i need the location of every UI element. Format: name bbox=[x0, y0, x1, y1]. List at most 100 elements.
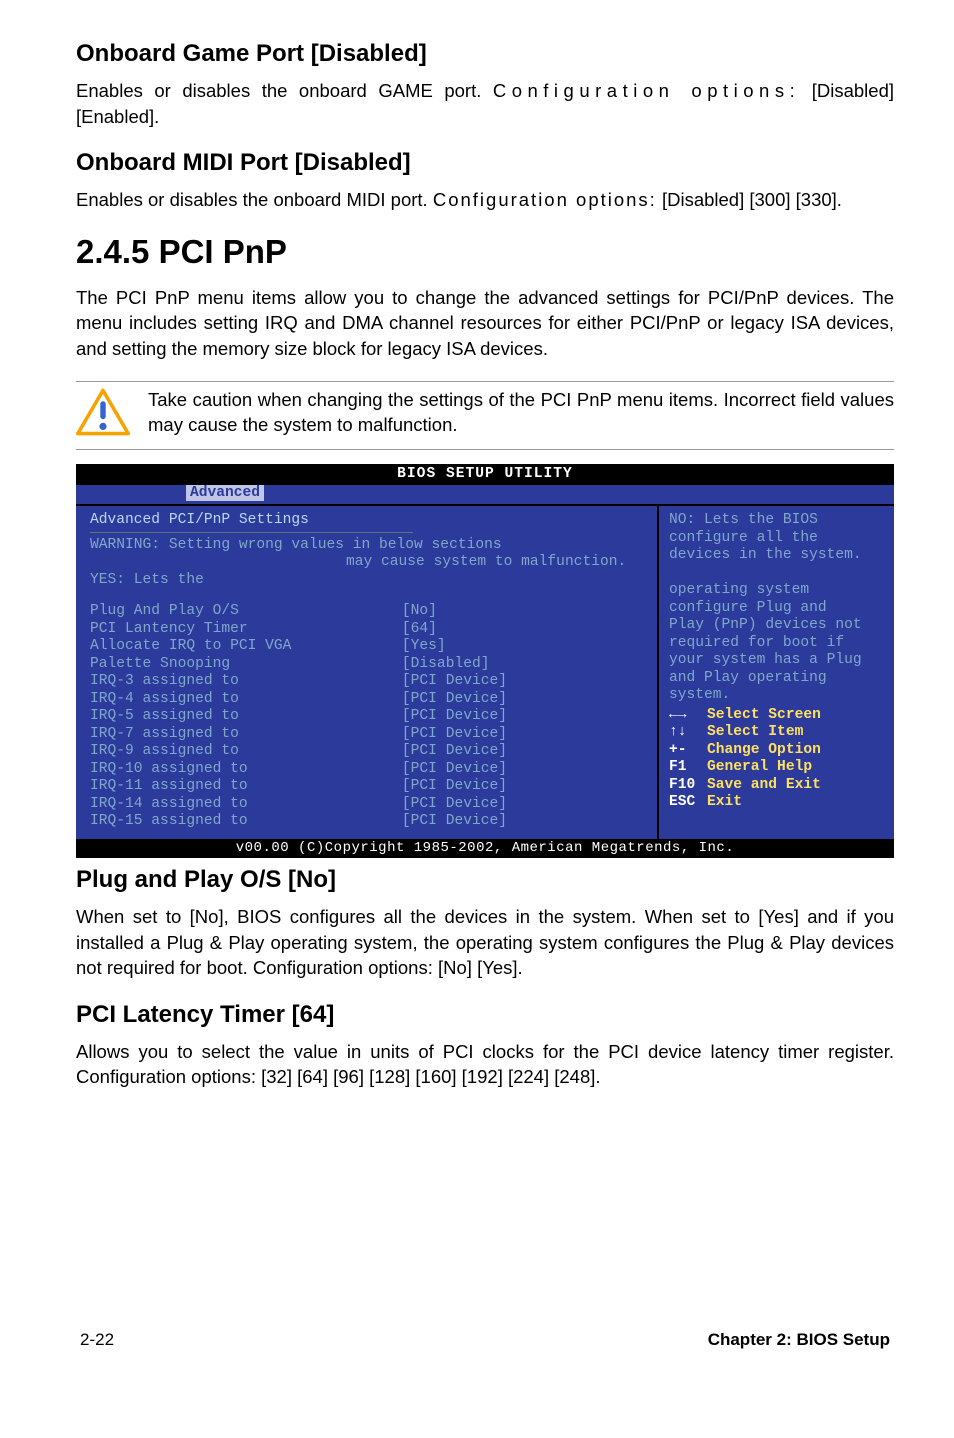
text: Configuration options: bbox=[433, 189, 657, 210]
bios-setting-label: Plug And Play O/S bbox=[90, 603, 402, 621]
text: Enables or disables the onboard MIDI por… bbox=[76, 189, 433, 210]
bios-copyright: v00.00 (C)Copyright 1985-2002, American … bbox=[76, 839, 894, 859]
bios-help-key: F10 bbox=[669, 777, 707, 795]
bios-help-text: required for boot if bbox=[669, 635, 886, 653]
bios-warn2: may cause system to malfunction. bbox=[90, 554, 647, 572]
warning-text: Take caution when changing the settings … bbox=[148, 388, 894, 438]
bios-help-text: NO: Lets the BIOS bbox=[669, 512, 886, 530]
bios-setting-row[interactable]: IRQ-7 assigned to[PCI Device] bbox=[90, 726, 647, 744]
bios-help-line: F1General Help bbox=[669, 759, 886, 777]
heading-pci-latency: PCI Latency Timer [64] bbox=[76, 1001, 894, 1029]
para-game-port: Enables or disables the onboard GAME por… bbox=[76, 78, 894, 129]
bios-setting-row[interactable]: PCI Lantency Timer[64] bbox=[90, 621, 647, 639]
bios-setting-label: IRQ-15 assigned to bbox=[90, 813, 402, 831]
bios-help-key: F1 bbox=[669, 759, 707, 777]
bios-setting-row[interactable]: IRQ-14 assigned to[PCI Device] bbox=[90, 796, 647, 814]
bios-help-line: ESCExit bbox=[669, 794, 886, 812]
bios-setting-value: [PCI Device] bbox=[402, 691, 647, 709]
bios-help-key: ↑↓ bbox=[669, 724, 707, 742]
page-chapter: Chapter 2: BIOS Setup bbox=[708, 1330, 890, 1350]
bios-setting-value: [No] bbox=[402, 603, 647, 621]
bios-setting-value: [PCI Device] bbox=[402, 673, 647, 691]
bios-help-text: Play (PnP) devices not bbox=[669, 617, 886, 635]
bios-setting-value: [PCI Device] bbox=[402, 813, 647, 831]
bios-help-label: Save and Exit bbox=[707, 777, 821, 795]
bios-setting-label: Allocate IRQ to PCI VGA bbox=[90, 638, 402, 656]
page-number: 2-22 bbox=[80, 1330, 114, 1350]
bios-help-label: General Help bbox=[707, 759, 812, 777]
bios-help-label: Select Screen bbox=[707, 707, 821, 725]
bios-setting-label: IRQ-4 assigned to bbox=[90, 691, 402, 709]
bios-warn1: WARNING: Setting wrong values in below s… bbox=[90, 537, 647, 555]
bios-setting-label: IRQ-14 assigned to bbox=[90, 796, 402, 814]
bios-help-text: system. bbox=[669, 687, 886, 705]
para-pci-latency: Allows you to select the value in units … bbox=[76, 1039, 894, 1090]
bios-setting-label: IRQ-5 assigned to bbox=[90, 708, 402, 726]
warning-row: Take caution when changing the settings … bbox=[76, 381, 894, 450]
bios-setting-value: [Disabled] bbox=[402, 656, 647, 674]
bios-setting-value: [PCI Device] bbox=[402, 743, 647, 761]
bios-help-line: ↑↓Select Item bbox=[669, 724, 886, 742]
bios-title: BIOS SETUP UTILITY bbox=[76, 464, 894, 485]
bios-tabs: Advanced bbox=[76, 485, 894, 505]
bios-help-line: F10Save and Exit bbox=[669, 777, 886, 795]
bios-setting-label: IRQ-10 assigned to bbox=[90, 761, 402, 779]
bios-setting-value: [64] bbox=[402, 621, 647, 639]
bios-setting-value: [PCI Device] bbox=[402, 778, 647, 796]
bios-help-text bbox=[669, 565, 886, 583]
bios-help-text: devices in the system. bbox=[669, 547, 886, 565]
bios-setting-value: [PCI Device] bbox=[402, 726, 647, 744]
bios-setting-row[interactable]: IRQ-9 assigned to[PCI Device] bbox=[90, 743, 647, 761]
text: [Disabled] [300] [330]. bbox=[657, 189, 842, 210]
para-plug-play: When set to [No], BIOS configures all th… bbox=[76, 904, 894, 981]
bios-help-label: Select Item bbox=[707, 724, 803, 742]
bios-setting-value: [PCI Device] bbox=[402, 796, 647, 814]
bios-setting-value: [Yes] bbox=[402, 638, 647, 656]
bios-help-key: ←→ bbox=[669, 707, 707, 725]
bios-help-key: ESC bbox=[669, 794, 707, 812]
bios-right-pane: NO: Lets the BIOSconfigure all thedevice… bbox=[659, 506, 894, 839]
bios-setting-row[interactable]: Allocate IRQ to PCI VGA[Yes] bbox=[90, 638, 647, 656]
page-footer: 2-22 Chapter 2: BIOS Setup bbox=[76, 1330, 894, 1350]
bios-help-text: and Play operating bbox=[669, 670, 886, 688]
heading-game-port: Onboard Game Port [Disabled] bbox=[76, 40, 894, 68]
para-midi-port: Enables or disables the onboard MIDI por… bbox=[76, 187, 894, 213]
bios-setting-row[interactable]: IRQ-3 assigned to[PCI Device] bbox=[90, 673, 647, 691]
bios-setting-row[interactable]: IRQ-15 assigned to[PCI Device] bbox=[90, 813, 647, 831]
bios-setting-value: [PCI Device] bbox=[402, 708, 647, 726]
bios-left-title: Advanced PCI/PnP Settings bbox=[90, 512, 647, 530]
bios-yes: YES: Lets the bbox=[90, 572, 647, 590]
bios-panel: BIOS SETUP UTILITY Advanced Advanced PCI… bbox=[76, 464, 894, 858]
bios-setting-label: IRQ-3 assigned to bbox=[90, 673, 402, 691]
bios-setting-row[interactable]: Plug And Play O/S[No] bbox=[90, 603, 647, 621]
bios-left-pane: Advanced PCI/PnP Settings WARNING: Setti… bbox=[76, 506, 659, 839]
bios-setting-value: [PCI Device] bbox=[402, 761, 647, 779]
bios-setting-label: Palette Snooping bbox=[90, 656, 402, 674]
text: Configuration options: bbox=[493, 80, 800, 101]
bios-setting-label: IRQ-9 assigned to bbox=[90, 743, 402, 761]
bios-tab-advanced[interactable]: Advanced bbox=[186, 485, 264, 501]
bios-setting-label: IRQ-11 assigned to bbox=[90, 778, 402, 796]
heading-plug-play: Plug and Play O/S [No] bbox=[76, 866, 894, 894]
bios-setting-row[interactable]: IRQ-11 assigned to[PCI Device] bbox=[90, 778, 647, 796]
bios-setting-row[interactable]: Palette Snooping[Disabled] bbox=[90, 656, 647, 674]
bios-help-text: configure Plug and bbox=[669, 600, 886, 618]
bios-help-line: ←→Select Screen bbox=[669, 707, 886, 725]
text: Enables or disables the onboard GAME por… bbox=[76, 80, 493, 101]
bios-setting-row[interactable]: IRQ-10 assigned to[PCI Device] bbox=[90, 761, 647, 779]
bios-help-text: your system has a Plug bbox=[669, 652, 886, 670]
bios-help-label: Exit bbox=[707, 794, 742, 812]
bios-setting-row[interactable]: IRQ-4 assigned to[PCI Device] bbox=[90, 691, 647, 709]
bios-setting-label: PCI Lantency Timer bbox=[90, 621, 402, 639]
bios-help-key: +- bbox=[669, 742, 707, 760]
heading-pci-pnp: 2.4.5 PCI PnP bbox=[76, 233, 894, 271]
bios-help-line: +-Change Option bbox=[669, 742, 886, 760]
para-pci-pnp: The PCI PnP menu items allow you to chan… bbox=[76, 285, 894, 362]
bios-help-label: Change Option bbox=[707, 742, 821, 760]
bios-setting-label: IRQ-7 assigned to bbox=[90, 726, 402, 744]
bios-setting-row[interactable]: IRQ-5 assigned to[PCI Device] bbox=[90, 708, 647, 726]
heading-midi-port: Onboard MIDI Port [Disabled] bbox=[76, 149, 894, 177]
bios-help-text: configure all the bbox=[669, 530, 886, 548]
bios-help-text: operating system bbox=[669, 582, 886, 600]
caution-icon bbox=[76, 388, 130, 441]
